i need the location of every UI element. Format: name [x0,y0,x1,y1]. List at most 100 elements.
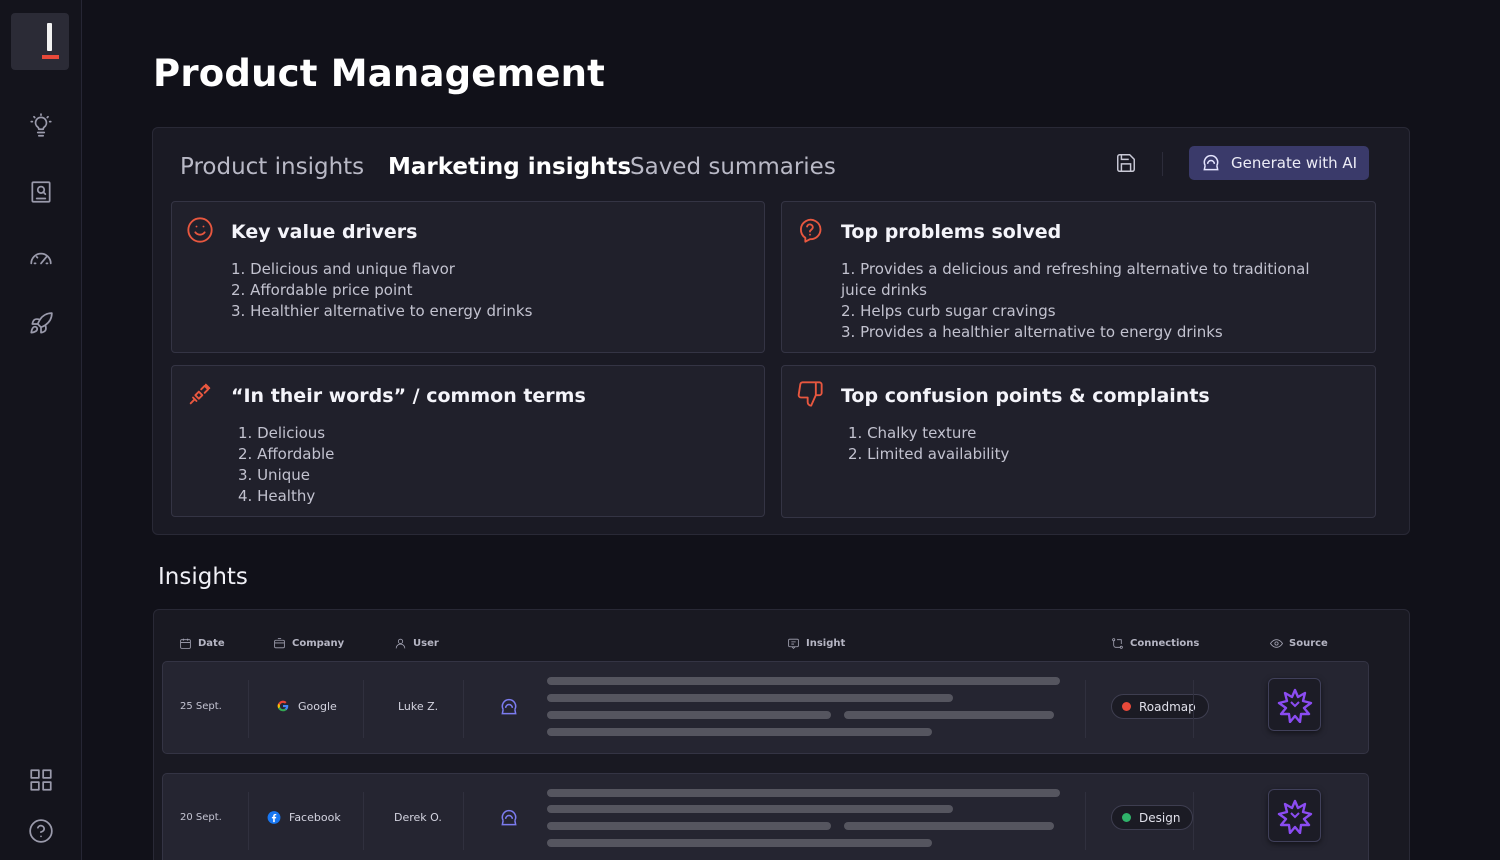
row-company: Google [276,699,337,713]
column-divider [1193,792,1194,850]
table-row[interactable]: 20 Sept. Facebook Derek O. Design [162,773,1369,860]
eye-icon [1270,639,1283,648]
sidebar-item-launch[interactable] [26,309,56,339]
connection-tag[interactable]: Roadmap [1111,694,1209,719]
toolbar-divider [1162,152,1163,176]
status-dot [1122,813,1131,822]
card-list: 1. Delicious 2. Affordable 3. Unique 4. … [238,423,724,507]
column-divider [1193,680,1194,738]
tab-saved-summaries[interactable]: Saved summaries [630,154,836,180]
insight-placeholder-line [547,728,932,736]
card-list: 1. Chalky texture 2. Limited availabilit… [848,423,1335,465]
insight-placeholder-line [547,711,831,719]
facebook-icon [267,810,281,824]
message-icon [788,638,799,649]
logo-underline [42,55,59,59]
insight-placeholder-line [844,822,1054,830]
insights-title: Insights [158,564,248,590]
card-key-value-drivers: Key value drivers 1. Delicious and uniqu… [171,201,765,353]
company-name: Google [298,699,337,713]
column-header-user[interactable]: User [394,637,439,650]
logo-bar [47,23,52,51]
list-item: 3. Unique [238,466,310,484]
column-label: Source [1289,638,1328,649]
tag-label: Design [1139,810,1181,825]
row-date: 20 Sept. [180,812,222,823]
app-logo[interactable] [11,13,69,70]
company-name: Facebook [289,810,341,824]
page-title: Product Management [153,52,606,95]
ai-assistant-icon [499,808,521,830]
starburst-icon [1277,688,1312,723]
column-divider [463,792,464,850]
list-item: 2. Limited availability [848,445,1010,463]
sidebar-item-research[interactable] [26,177,56,207]
lightbulb-icon [30,113,52,137]
sidebar-item-ideas[interactable] [26,111,56,141]
insight-placeholder-line [547,839,932,847]
tag-label: Roadmap [1139,699,1196,714]
column-divider [363,680,364,738]
generate-with-ai-button[interactable]: Generate with AI [1189,146,1369,180]
list-item: 2. Affordable [238,445,335,463]
connections-icon [1112,638,1123,649]
building-icon [274,638,285,649]
card-title: Top confusion points & complaints [841,385,1210,407]
list-item: 2. Affordable price point [231,281,413,299]
sidebar-item-help[interactable] [26,816,56,846]
row-user: Derek O. [394,811,442,824]
card-list: 1. Delicious and unique flavor 2. Afford… [231,259,724,322]
list-item: 1. Delicious and unique flavor [231,260,455,278]
insight-placeholder-line [547,789,1060,797]
card-top-problems-solved: Top problems solved 1. Provides a delici… [781,201,1376,353]
column-header-company[interactable]: Company [273,637,344,650]
column-label: Date [198,638,225,649]
megaphone-icon [186,380,214,408]
list-item: 1. Provides a delicious and refreshing a… [841,260,1310,299]
list-item: 2. Helps curb sugar cravings [841,302,1056,320]
column-divider [363,792,364,850]
column-divider [463,680,464,738]
ai-assistant-icon [1203,154,1219,171]
tab-product-insights[interactable]: Product insights [180,154,364,180]
card-in-their-words: “In their words” / common terms 1. Delic… [171,365,765,517]
insight-placeholder-line [844,711,1054,719]
table-row[interactable]: 25 Sept. Google Luke Z. Roadmap [162,661,1369,754]
column-header-date[interactable]: Date [179,637,225,650]
column-divider [1085,680,1086,738]
insight-placeholder-line [547,694,953,702]
sidebar [0,0,82,860]
sidebar-item-performance[interactable] [26,243,56,273]
thumbs-down-icon [796,380,824,408]
save-button[interactable] [1113,150,1139,176]
source-button[interactable] [1268,678,1321,731]
column-label: User [413,638,439,649]
search-document-icon [31,181,51,203]
insight-placeholder-line [547,805,953,813]
card-title: “In their words” / common terms [231,385,586,407]
starburst-icon [1277,799,1312,834]
list-item: 3. Provides a healthier alternative to e… [841,323,1223,341]
column-header-connections[interactable]: Connections [1111,637,1199,650]
connection-tag[interactable]: Design [1111,805,1194,830]
google-icon [276,699,290,713]
column-label: Connections [1130,638,1200,649]
help-icon [29,819,53,843]
column-header-insight[interactable]: Insight [787,637,845,650]
list-item: 4. Healthy [238,487,316,505]
card-title: Top problems solved [841,221,1062,243]
column-label: Insight [806,638,846,649]
card-list: 1. Provides a delicious and refreshing a… [841,259,1335,343]
column-divider [248,680,249,738]
insight-placeholder-line [547,677,1060,685]
sidebar-item-apps[interactable] [26,765,56,795]
tab-marketing-insights[interactable]: Marketing insights [388,154,631,180]
ai-assistant-icon [499,697,521,719]
source-button[interactable] [1268,789,1321,842]
rocket-icon [30,312,53,334]
card-confusion-points: Top confusion points & complaints 1. Cha… [781,365,1376,518]
card-title: Key value drivers [231,221,418,243]
gauge-icon [30,252,52,265]
column-header-source[interactable]: Source [1270,637,1328,650]
row-user: Luke Z. [398,700,439,713]
